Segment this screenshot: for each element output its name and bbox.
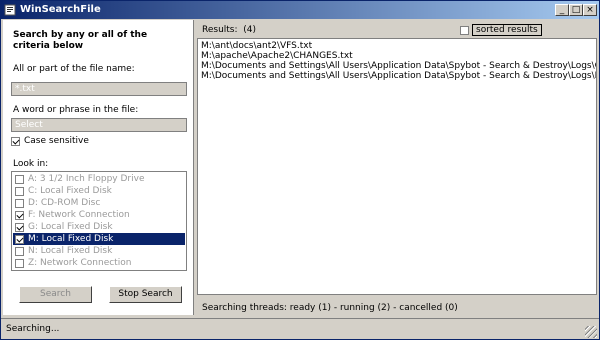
drive-item-z[interactable]: Z: Network Connection — [13, 257, 185, 269]
results-label: Results: (4) — [202, 25, 256, 35]
drive-label: M: Local Fixed Disk — [28, 234, 114, 244]
case-sensitive-option[interactable]: Case sensitive — [11, 136, 89, 147]
close-icon: × — [586, 5, 594, 15]
drive-label: N: Local Fixed Disk — [28, 246, 113, 256]
drive-label: Z: Network Connection — [28, 258, 132, 268]
sorted-results-option[interactable]: sorted results — [460, 24, 542, 36]
results-label-text: Results: — [202, 25, 238, 35]
drive-checkbox[interactable] — [15, 174, 24, 184]
minimize-button[interactable]: _ — [555, 4, 569, 16]
status-bar: Searching... — [1, 318, 599, 340]
results-count: (4) — [243, 25, 257, 35]
drive-item-m[interactable]: M: Local Fixed Disk — [13, 233, 185, 245]
case-sensitive-checkbox[interactable] — [11, 136, 20, 146]
maximize-icon: □ — [571, 5, 581, 15]
drive-item-g[interactable]: G: Local Fixed Disk — [13, 221, 185, 233]
criteria-heading: Search by any or all of the criteria bel… — [13, 30, 148, 51]
minimize-icon: _ — [559, 5, 565, 15]
maximize-button[interactable]: □ — [569, 4, 583, 16]
drive-checkbox[interactable] — [15, 246, 24, 256]
drive-checkbox[interactable] — [15, 210, 24, 220]
drive-label: C: Local Fixed Disk — [28, 186, 112, 196]
sorted-results-label: sorted results — [472, 24, 542, 36]
drive-label: G: Local Fixed Disk — [28, 222, 113, 232]
result-item[interactable]: M:\Documents and Settings\All Users\Appl… — [201, 71, 596, 81]
drive-checkbox[interactable] — [15, 222, 24, 232]
sorted-results-checkbox[interactable] — [460, 25, 469, 35]
drive-item-a[interactable]: A: 3 1/2 Inch Floppy Drive — [13, 173, 185, 185]
close-button[interactable]: × — [583, 4, 597, 16]
threads-status: Searching threads: ready (1) - running (… — [202, 303, 458, 313]
search-button[interactable]: Search — [19, 286, 92, 303]
result-item[interactable]: M:\Documents and Settings\All Users\Appl… — [201, 61, 596, 71]
phrase-label: A word or phrase in the file: — [13, 105, 139, 115]
resize-grip-icon[interactable] — [585, 326, 597, 338]
criteria-panel: Search by any or all of the criteria bel… — [3, 20, 194, 315]
results-list[interactable]: M:\ant\docs\ant2\VFS.txt M:\apache\Apach… — [197, 38, 597, 295]
drive-checkbox[interactable] — [15, 186, 24, 196]
drive-label: A: 3 1/2 Inch Floppy Drive — [28, 174, 145, 184]
filename-input[interactable]: *.txt — [11, 82, 187, 96]
drive-checkbox[interactable] — [15, 234, 24, 244]
drive-item-n[interactable]: N: Local Fixed Disk — [13, 245, 185, 257]
drive-checkbox[interactable] — [15, 198, 24, 208]
case-sensitive-label: Case sensitive — [24, 136, 89, 146]
result-item[interactable]: M:\apache\Apache2\CHANGES.txt — [201, 51, 353, 61]
drive-label: F: Network Connection — [28, 210, 130, 220]
results-header: Results: (4) sorted results — [197, 20, 597, 38]
drive-label: D: CD-ROM Disc — [28, 198, 101, 208]
app-window: WinSearchFile _ □ × Search by any or all… — [0, 0, 600, 340]
status-text: Searching... — [6, 324, 60, 334]
title-bar[interactable]: WinSearchFile _ □ × — [1, 1, 599, 19]
result-item[interactable]: M:\ant\docs\ant2\VFS.txt — [201, 41, 312, 51]
window-title: WinSearchFile — [20, 4, 101, 15]
lookin-label: Look in: — [13, 159, 49, 169]
drive-item-f[interactable]: F: Network Connection — [13, 209, 185, 221]
drive-item-c[interactable]: C: Local Fixed Disk — [13, 185, 185, 197]
drive-item-d[interactable]: D: CD-ROM Disc — [13, 197, 185, 209]
app-icon — [4, 4, 16, 16]
drive-checkbox[interactable] — [15, 258, 24, 268]
phrase-input[interactable]: Select — [11, 118, 187, 132]
drive-list[interactable]: A: 3 1/2 Inch Floppy Drive C: Local Fixe… — [11, 171, 187, 271]
filename-label: All or part of the file name: — [13, 64, 135, 74]
stop-search-button[interactable]: Stop Search — [109, 286, 182, 303]
